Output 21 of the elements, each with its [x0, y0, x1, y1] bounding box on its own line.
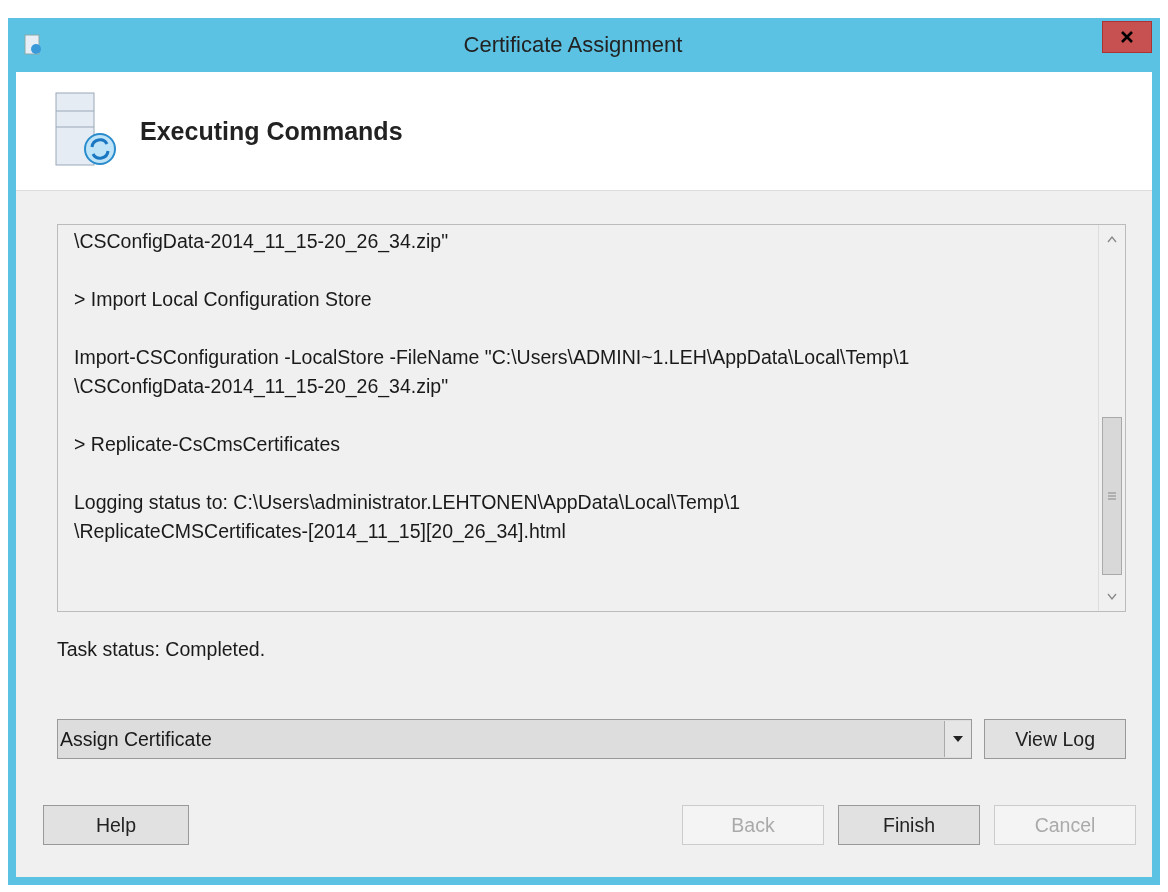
log-entry: Import-CSConfiguration -LocalStore -FileName "C:\Users\ADMINI~1.LEH\AppData\Local\Temp\1 \CSConfigData-2014_11_15-20_26_34.zip" [74, 345, 911, 400]
task-status-text: Task status: Completed. [57, 638, 267, 661]
dialog-button[interactable]: Finish [838, 805, 980, 845]
close-button[interactable] [1102, 21, 1152, 53]
app-icon [22, 34, 44, 56]
log-entry: > Import Local Configuration Store [74, 287, 373, 312]
action-dropdown[interactable]: Assign Certificate [57, 719, 973, 759]
log-entry: \CSConfigData-2014_11_15-20_26_34.zip" [74, 229, 450, 255]
dialog-button[interactable]: Help [43, 805, 189, 845]
scrollbar[interactable] [1098, 225, 1125, 611]
caret-icon [953, 736, 964, 742]
scroll-thumb[interactable] [1102, 417, 1122, 575]
close-icon [1120, 30, 1134, 44]
page-heading: Executing Commands [140, 116, 403, 146]
log-entry: > Replicate-CsCmsCertificates [74, 432, 342, 457]
log-entry: Logging status to: C:\Users\administrator.LEHTONEN\AppData\Local\Temp\1 \ReplicateCMSCertificates-[2014_11_15][20_26_34].html [74, 490, 742, 545]
grip-icon [1107, 492, 1117, 500]
scroll-down-icon[interactable] [1106, 593, 1118, 601]
window-title: Certificate Assignment [462, 32, 684, 58]
scroll-up-icon[interactable] [1106, 235, 1118, 243]
view-log-button[interactable]: View Log [984, 719, 1126, 759]
